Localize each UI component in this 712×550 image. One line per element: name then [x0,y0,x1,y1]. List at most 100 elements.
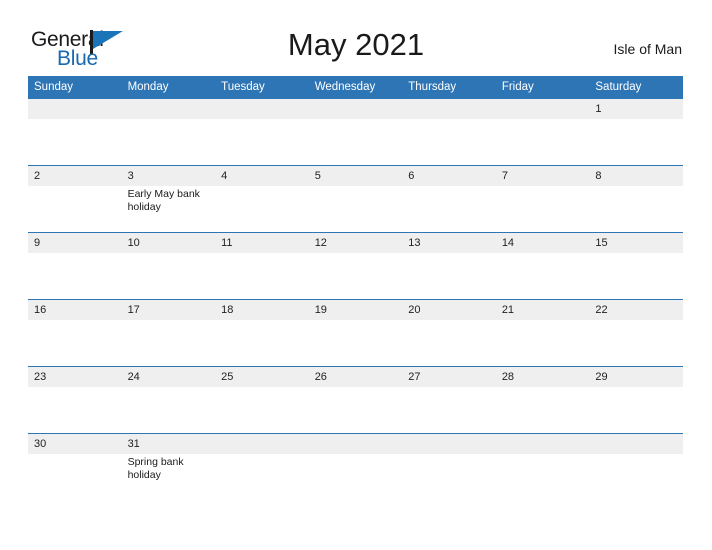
day-event[interactable] [589,253,683,299]
day-number[interactable]: 2 [28,166,122,186]
day-event[interactable] [589,387,683,433]
weekday-header-tuesday: Tuesday [221,81,265,93]
calendar-week-row: 30 31 Spring bank holiday [28,433,683,500]
calendar-week-row: 1 [28,98,683,165]
day-event[interactable] [122,320,216,366]
day-event[interactable] [309,454,403,500]
day-event[interactable] [215,387,309,433]
day-number[interactable] [28,99,122,119]
week-number-band: 9 10 11 12 13 14 15 [28,233,683,253]
day-number[interactable]: 6 [402,166,496,186]
day-number[interactable]: 25 [215,367,309,387]
day-event[interactable] [309,387,403,433]
region-label: Isle of Man [613,41,682,57]
day-number[interactable] [309,434,403,454]
day-number[interactable]: 9 [28,233,122,253]
day-event[interactable] [402,186,496,232]
page-header: General Blue May 2021 Isle of Man [0,0,712,76]
day-number[interactable] [589,434,683,454]
day-event[interactable] [28,186,122,232]
calendar-week-row: 2 3 4 5 6 7 8 Early May bank holiday [28,165,683,232]
day-event[interactable]: Spring bank holiday [122,454,216,500]
week-number-band: 2 3 4 5 6 7 8 [28,166,683,186]
day-number[interactable]: 29 [589,367,683,387]
day-number[interactable]: 11 [215,233,309,253]
day-number[interactable]: 23 [28,367,122,387]
day-event[interactable] [402,387,496,433]
week-content-band [28,387,683,433]
day-event[interactable] [496,253,590,299]
day-number[interactable]: 3 [122,166,216,186]
day-event[interactable] [496,320,590,366]
day-number[interactable]: 19 [309,300,403,320]
day-number[interactable]: 5 [309,166,403,186]
day-number[interactable]: 10 [122,233,216,253]
day-event[interactable] [215,186,309,232]
day-number[interactable]: 15 [589,233,683,253]
day-number[interactable] [309,99,403,119]
day-number[interactable]: 8 [589,166,683,186]
day-number[interactable]: 17 [122,300,216,320]
calendar-week-row: 23 24 25 26 27 28 29 [28,366,683,433]
day-number[interactable]: 14 [496,233,590,253]
day-number[interactable] [215,434,309,454]
day-number[interactable]: 16 [28,300,122,320]
day-event[interactable] [28,320,122,366]
day-event[interactable] [496,119,590,165]
day-event[interactable] [402,454,496,500]
day-number[interactable] [122,99,216,119]
day-number[interactable]: 22 [589,300,683,320]
day-event[interactable] [215,253,309,299]
day-number[interactable]: 1 [589,99,683,119]
day-event[interactable] [215,119,309,165]
day-event[interactable] [589,186,683,232]
day-event[interactable] [122,387,216,433]
day-event[interactable] [215,454,309,500]
day-event[interactable] [215,320,309,366]
day-event[interactable] [28,119,122,165]
day-event[interactable] [402,320,496,366]
day-number[interactable]: 4 [215,166,309,186]
day-event[interactable] [496,186,590,232]
day-event[interactable] [122,119,216,165]
week-number-band: 16 17 18 19 20 21 22 [28,300,683,320]
day-number[interactable]: 28 [496,367,590,387]
week-content-band [28,253,683,299]
day-number[interactable] [496,434,590,454]
week-content-band: Early May bank holiday [28,186,683,232]
day-event[interactable] [589,454,683,500]
day-number[interactable] [402,434,496,454]
day-number[interactable]: 27 [402,367,496,387]
day-event[interactable] [496,387,590,433]
day-number[interactable] [215,99,309,119]
day-number[interactable]: 13 [402,233,496,253]
day-number[interactable]: 21 [496,300,590,320]
day-event[interactable] [122,253,216,299]
day-event[interactable]: Early May bank holiday [122,186,216,232]
day-event[interactable] [309,253,403,299]
day-event[interactable] [28,387,122,433]
day-event[interactable] [28,253,122,299]
week-number-band: 1 [28,99,683,119]
day-number[interactable]: 30 [28,434,122,454]
day-number[interactable] [496,99,590,119]
day-number[interactable]: 24 [122,367,216,387]
day-event[interactable] [309,320,403,366]
day-event[interactable] [309,186,403,232]
day-event[interactable] [589,119,683,165]
day-number[interactable]: 31 [122,434,216,454]
day-event[interactable] [496,454,590,500]
day-number[interactable]: 12 [309,233,403,253]
weekday-header-monday: Monday [127,81,169,93]
day-event[interactable] [309,119,403,165]
day-number[interactable]: 26 [309,367,403,387]
day-number[interactable]: 18 [215,300,309,320]
day-event[interactable] [402,119,496,165]
day-event[interactable] [28,454,122,500]
day-number[interactable]: 7 [496,166,590,186]
week-content-band [28,119,683,165]
day-number[interactable] [402,99,496,119]
day-number[interactable]: 20 [402,300,496,320]
day-event[interactable] [589,320,683,366]
day-event[interactable] [402,253,496,299]
